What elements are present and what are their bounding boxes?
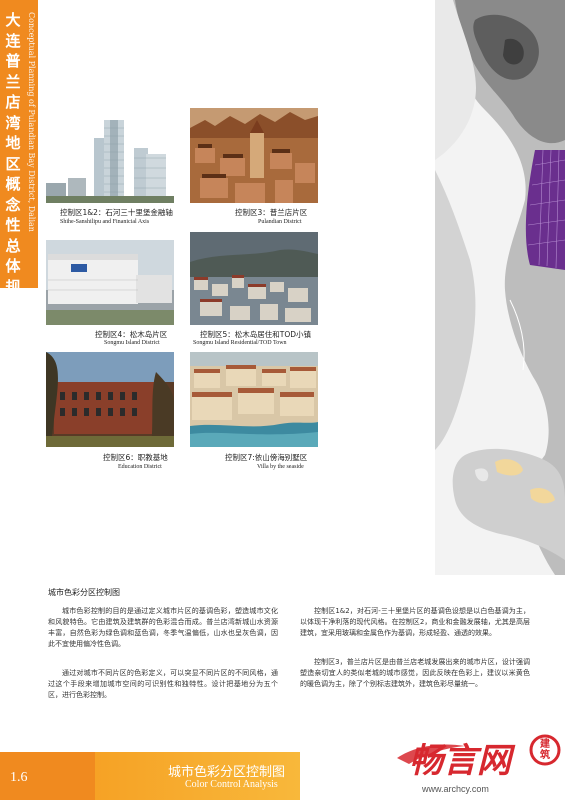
logo-text: 畅言网 xyxy=(409,741,516,780)
body-paragraph: 通过对城市不同片区的色彩定义，可以突显不同片区的不同风格，通过这个手段来增加城市… xyxy=(48,669,278,699)
photo-songmu-residential xyxy=(190,232,318,325)
body-paragraph: 城市色彩控制的目的是通过定义城市片区的基调色彩，塑造城市文化和风貌特色。它由建筑… xyxy=(48,607,278,648)
caption-en: Villa by the seaside xyxy=(257,464,304,470)
caption-en: Shihe-Sanshilipu and Finanicial Axis xyxy=(60,219,150,225)
vertical-subtitle: Conceptual Planning of Pulandian Bay Dis… xyxy=(27,12,36,232)
color-zone-map xyxy=(435,0,565,575)
caption-cn: 控制区1&2：石河三十里堡金融轴 xyxy=(60,208,173,217)
photo-seaside-villa xyxy=(190,352,318,447)
archcy-logo: 畅言网 建筑 xyxy=(397,734,561,780)
section-heading: 城市色彩分区控制图 xyxy=(48,588,120,597)
site-url: www.archcy.com xyxy=(422,784,489,794)
caption-cn: 控制区7:依山傍海别墅区 xyxy=(225,453,308,462)
logo-seal: 建筑 xyxy=(539,737,551,761)
photo-education xyxy=(46,352,174,447)
body-paragraph: 控制区1&2，对石河-三十里堡片区的基调色设想是以白色基调为主，以体现干净利落的… xyxy=(300,607,530,637)
caption-cn: 控制区3：普兰店片区 xyxy=(235,208,308,217)
body-paragraph: 控制区3，普兰店片区是由普兰店老城发展出来的城市片区，设计强调塑造亲切宜人的类似… xyxy=(300,658,530,688)
caption-cn: 控制区4：松木岛片区 xyxy=(95,330,168,339)
caption-en: Education District xyxy=(118,464,162,470)
photo-songmu-island xyxy=(46,240,174,325)
vertical-title-char: 划 xyxy=(5,298,21,316)
caption-cn: 控制区5：松木岛居住和TOD小镇 xyxy=(200,330,312,339)
footer-title-en: Color Control Analysis xyxy=(185,779,278,790)
photo-financial-axis xyxy=(46,118,174,203)
photo-pulandian xyxy=(190,108,318,203)
caption-cn: 控制区6：职教基地 xyxy=(103,453,168,462)
caption-en: Songmu Island District xyxy=(104,340,160,346)
caption-en: Pulandian District xyxy=(258,219,302,225)
page-number: 1.6 xyxy=(10,770,28,785)
footer-title-cn: 城市色彩分区控制图 xyxy=(168,765,286,780)
caption-en: Songmu Island Residential/TOD Town xyxy=(193,340,287,346)
